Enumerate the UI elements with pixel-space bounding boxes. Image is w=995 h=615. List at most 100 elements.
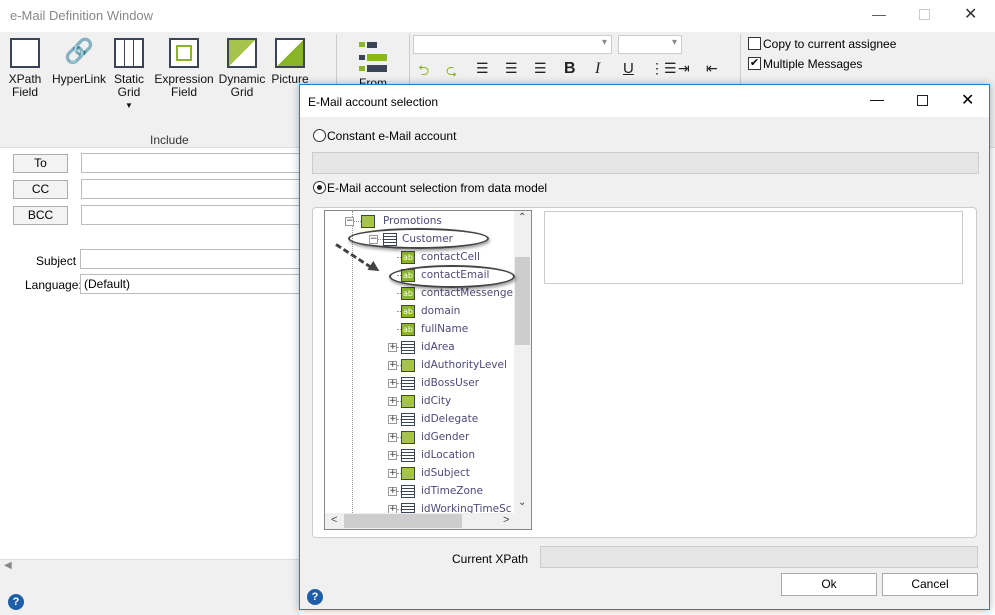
tree-node[interactable]: ab contactMessenge [325,285,515,301]
font-size-combo[interactable] [618,35,682,54]
horizontal-scrollbar[interactable]: ◀ [0,559,300,574]
copy-to-assignee-checkbox[interactable] [748,37,761,50]
include-expression-button[interactable]: Expression Field [154,38,214,99]
customer-highlight-oval [348,228,489,249]
expand-icon[interactable]: + [388,379,397,388]
cc-input[interactable] [81,179,301,199]
expression-field-icon [169,38,199,68]
tree-node[interactable]: + idCity [325,393,515,409]
tree-node-label: idArea [421,341,455,353]
maximize-button[interactable] [919,9,930,20]
tree-node[interactable]: + idLocation [325,447,515,463]
tree-node[interactable]: + idBossUser [325,375,515,391]
cancel-button[interactable]: Cancel [882,573,978,596]
parameter-entity-icon [401,359,415,372]
include-item-label: Field [11,85,38,99]
expand-icon[interactable]: + [388,487,397,496]
tree-node[interactable]: − Promotions [325,213,515,229]
to-input[interactable] [81,153,301,173]
entity-icon [401,449,415,462]
tree-node-label: domain [421,305,461,317]
bcc-button[interactable]: BCC [13,206,68,225]
dynamic-grid-icon [227,38,257,68]
tree-node[interactable]: + idArea [325,339,515,355]
vertical-scroll-thumb[interactable] [515,257,530,345]
constant-account-label: Constant e-Mail account [327,129,457,143]
tree-node-label: idDelegate [421,413,479,425]
horizontal-scroll-thumb[interactable] [344,514,462,528]
dialog-maximize-button[interactable] [917,95,928,106]
dialog-close-button[interactable]: ✕ [961,90,974,110]
tree-node[interactable]: ab domain [325,303,515,319]
include-dynamic-button[interactable]: Dynamic Grid [217,38,267,99]
cc-button[interactable]: CC [13,180,68,199]
bullet-list-icon[interactable]: ⋮☰ [650,60,677,77]
constant-account-radio[interactable] [313,129,326,142]
underline-icon[interactable]: U [623,60,634,77]
language-select[interactable]: (Default) [80,274,301,294]
entity-icon [401,377,415,390]
expand-icon[interactable]: + [388,469,397,478]
tree-node[interactable]: + idAuthorityLevel [325,357,515,373]
xpath-field-icon [10,38,40,68]
window-title: e-Mail Definition Window [10,8,154,23]
decrease-indent-icon[interactable]: ⇤ [706,60,718,77]
bcc-input[interactable] [81,205,301,225]
indent-arrow-icon[interactable]: ⮎ [446,60,457,84]
language-label: Language: [25,278,82,292]
include-group-label: Include [150,133,189,147]
hyperlink-icon: 🔗 [64,38,94,65]
tree-node[interactable]: + idGender [325,429,515,445]
close-button[interactable]: ✕ [964,4,977,24]
current-xpath-label: Current XPath [452,552,529,566]
help-icon[interactable]: ? [8,594,24,610]
constant-account-input [312,152,979,174]
include-static-button[interactable]: Static Grid ▼ [110,38,148,112]
copy-to-assignee-label: Copy to current assignee [763,37,897,51]
tree-node-label: fullName [421,323,469,335]
tree-node[interactable]: + idDelegate [325,411,515,427]
minimize-button[interactable]: — [872,6,886,22]
include-picture-button[interactable]: Picture [270,38,310,86]
tree-node-label: idAuthorityLevel [421,359,507,371]
include-item-label: Field [170,85,197,99]
include-item-label: HyperLink [51,72,107,86]
dialog-help-icon[interactable]: ? [307,589,323,605]
include-hyperlink-button[interactable]: 🔗 HyperLink [51,38,107,86]
dialog-minimize-button[interactable]: — [870,91,884,107]
include-xpath-button[interactable]: XPath Field [8,38,42,99]
tree-node[interactable]: + idSubject [325,465,515,481]
current-xpath-input[interactable] [540,546,978,568]
align-center-icon[interactable]: ☰ [505,60,518,77]
detail-panel [544,211,963,284]
align-left-icon[interactable]: ☰ [476,60,489,77]
expand-icon[interactable]: + [388,433,397,442]
italic-icon[interactable]: I [595,60,600,78]
tree-vertical-scrollbar[interactable]: ⌃ ⌄ [514,211,531,513]
align-right-icon[interactable]: ☰ [534,60,547,77]
tree-node[interactable]: ab fullName [325,321,515,337]
dropdown-arrow-icon: ▼ [125,101,133,110]
collapse-icon[interactable]: − [345,217,354,226]
expand-icon[interactable]: + [388,451,397,460]
outdent-arrow-icon[interactable]: ⮌ [418,60,429,84]
subject-input[interactable] [80,249,301,269]
bold-icon[interactable]: B [564,60,576,78]
datamodel-account-radio[interactable] [313,181,326,194]
tree-horizontal-scrollbar[interactable]: < > [325,513,531,529]
multiple-messages-label: Multiple Messages [763,57,863,71]
tree-node[interactable]: + idTimeZone [325,483,515,499]
text-attribute-icon: ab [401,251,415,264]
multiple-messages-checkbox[interactable]: ✔ [748,57,761,70]
font-name-combo[interactable] [413,35,612,54]
text-attribute-icon: ab [401,287,415,300]
expand-icon[interactable]: + [388,397,397,406]
expand-icon[interactable]: + [388,415,397,424]
ok-button[interactable]: Ok [781,573,877,596]
expand-icon[interactable]: + [388,361,397,370]
include-item-label: Grid [230,85,254,99]
expand-icon[interactable]: + [388,343,397,352]
increase-indent-icon[interactable]: ⇥ [678,60,690,77]
from-button[interactable]: From [355,38,391,90]
to-button[interactable]: To [13,154,68,173]
